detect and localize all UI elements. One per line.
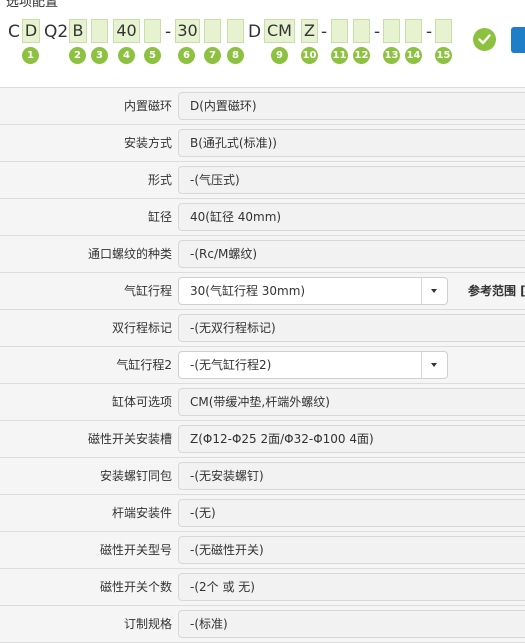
code-seg-6[interactable]: 30 bbox=[175, 19, 200, 43]
segment-number-badge: 9 bbox=[271, 47, 288, 64]
segment-number-badge: 6 bbox=[178, 47, 195, 64]
option-label: 安装螺钉同包 bbox=[99, 469, 172, 483]
option-value-field[interactable]: D(内置磁环) bbox=[178, 92, 525, 120]
option-value-field[interactable]: 40(缸径 40mm) bbox=[178, 203, 525, 231]
caret-down-icon[interactable] bbox=[421, 352, 447, 378]
option-row-port-thread: 通口螺纹的种类 -(Rc/M螺纹) bbox=[0, 235, 525, 272]
select-value: 30(气缸行程 30mm) bbox=[190, 284, 306, 298]
code-dash: - bbox=[165, 22, 172, 42]
option-value-field[interactable]: B(通孔式(标准)) bbox=[178, 129, 525, 157]
segment-number-badge: 2 bbox=[69, 47, 86, 64]
option-label: 气缸行程2 bbox=[116, 358, 172, 372]
option-row-mount-screw: 安装螺钉同包 -(无安装螺钉) bbox=[0, 457, 525, 494]
code-dash: - bbox=[374, 22, 381, 42]
option-value-field[interactable]: -(无) bbox=[178, 499, 525, 527]
option-label: 缸径 bbox=[147, 210, 172, 224]
code-dash: - bbox=[321, 22, 328, 42]
segment-number-badge: 13 bbox=[383, 47, 400, 64]
option-value-field[interactable]: -(无双行程标记) bbox=[178, 314, 525, 342]
code-seg-4[interactable]: 40 bbox=[113, 19, 140, 43]
code-seg-3[interactable] bbox=[91, 19, 108, 43]
option-label: 磁性开关安装槽 bbox=[87, 432, 172, 446]
option-label: 通口螺纹的种类 bbox=[87, 247, 172, 261]
segment-number-badge: 11 bbox=[331, 47, 348, 64]
code-seg-1[interactable]: D bbox=[22, 19, 40, 43]
option-label: 形式 bbox=[147, 173, 172, 187]
option-value-field[interactable]: -(无安装螺钉) bbox=[178, 462, 525, 490]
option-value-field[interactable]: CM(带缓冲垫,杆端外螺纹) bbox=[178, 388, 525, 416]
option-row-magnet: 内置磁环 D(内置磁环) bbox=[0, 87, 525, 124]
segment-number-badge: 1 bbox=[22, 47, 39, 64]
option-row-type: 形式 -(气压式) bbox=[0, 161, 525, 198]
option-row-dual-stroke: 双行程标记 -(无双行程标记) bbox=[0, 309, 525, 346]
code-series: Q2 bbox=[44, 22, 69, 42]
option-value-field[interactable]: Z(Φ12-Φ25 2面/Φ32-Φ100 4面) bbox=[178, 425, 525, 453]
segment-number-badge: 7 bbox=[204, 47, 221, 64]
option-row-bore: 缸径 40(缸径 40mm) bbox=[0, 198, 525, 235]
option-row-stroke2: 气缸行程2 -(无气缸行程2) bbox=[0, 346, 525, 383]
code-prefix-d: D bbox=[248, 22, 262, 42]
option-row-custom: 订制规格 -(标准) bbox=[0, 605, 525, 643]
segment-number-badge: 5 bbox=[144, 47, 161, 64]
option-value-field[interactable]: -(标准) bbox=[178, 610, 525, 638]
code-seg-11[interactable] bbox=[331, 19, 348, 43]
option-value-field[interactable]: -(无磁性开关) bbox=[178, 536, 525, 564]
option-label: 磁性开关型号 bbox=[99, 543, 172, 557]
option-row-mounting: 安装方式 B(通孔式(标准)) bbox=[0, 124, 525, 161]
option-label: 气缸行程 bbox=[123, 284, 172, 298]
segment-number-badge: 14 bbox=[405, 47, 422, 64]
stroke2-select[interactable]: -(无气缸行程2) bbox=[178, 351, 448, 379]
option-value-field[interactable]: -(Rc/M螺纹) bbox=[178, 240, 525, 268]
code-seg-5[interactable] bbox=[144, 19, 161, 43]
option-label: 安装方式 bbox=[123, 136, 172, 150]
reference-range-label: 参考范围 [ bbox=[468, 284, 525, 298]
code-seg-12[interactable] bbox=[353, 19, 370, 43]
segment-number-badge: 15 bbox=[435, 47, 452, 64]
code-seg-15[interactable] bbox=[435, 19, 452, 43]
code-prefix-c: C bbox=[8, 22, 20, 42]
select-value: -(无气缸行程2) bbox=[190, 358, 272, 372]
option-row-switch-count: 磁性开关个数 -(2个 或 无) bbox=[0, 568, 525, 605]
option-value-field[interactable]: -(气压式) bbox=[178, 166, 525, 194]
code-seg-9[interactable]: CM bbox=[264, 19, 295, 43]
option-label: 磁性开关个数 bbox=[99, 580, 172, 594]
stroke-select[interactable]: 30(气缸行程 30mm) bbox=[178, 277, 448, 305]
option-table: 内置磁环 D(内置磁环) 安装方式 B(通孔式(标准)) 形式 -(气压式) 缸… bbox=[0, 87, 525, 643]
segment-number-badge: 12 bbox=[353, 47, 370, 64]
option-row-rod-end: 杆端安装件 -(无) bbox=[0, 494, 525, 531]
code-seg-14[interactable] bbox=[405, 19, 422, 43]
option-value-field[interactable]: -(2个 或 无) bbox=[178, 573, 525, 601]
code-seg-10[interactable]: Z bbox=[301, 19, 318, 43]
code-dash: - bbox=[426, 22, 433, 42]
segment-number-badge: 4 bbox=[118, 47, 135, 64]
code-seg-8[interactable] bbox=[227, 19, 244, 43]
segment-number-badge: 8 bbox=[227, 47, 244, 64]
option-label: 内置磁环 bbox=[123, 99, 172, 113]
option-row-switch-model: 磁性开关型号 -(无磁性开关) bbox=[0, 531, 525, 568]
option-row-switch-slot: 磁性开关安装槽 Z(Φ12-Φ25 2面/Φ32-Φ100 4面) bbox=[0, 420, 525, 457]
caret-down-icon[interactable] bbox=[421, 278, 447, 304]
check-circle-icon[interactable] bbox=[473, 28, 496, 51]
submit-button[interactable] bbox=[511, 27, 525, 53]
segment-number-badge: 3 bbox=[91, 47, 108, 64]
option-label: 订制规格 bbox=[123, 617, 172, 631]
part-number-code: C D Q2 B 40 - 30 D CM Z - - - 1 2 3 4 5 … bbox=[0, 0, 525, 80]
code-seg-7[interactable] bbox=[204, 19, 221, 43]
code-seg-2[interactable]: B bbox=[69, 19, 87, 43]
segment-number-badge: 10 bbox=[301, 47, 318, 64]
option-label: 双行程标记 bbox=[111, 321, 172, 335]
option-row-stroke: 气缸行程 30(气缸行程 30mm) 参考范围 [ bbox=[0, 272, 525, 309]
option-row-body-option: 缸体可选项 CM(带缓冲垫,杆端外螺纹) bbox=[0, 383, 525, 420]
code-seg-13[interactable] bbox=[383, 19, 400, 43]
option-label: 缸体可选项 bbox=[111, 395, 172, 409]
option-label: 杆端安装件 bbox=[111, 506, 172, 520]
